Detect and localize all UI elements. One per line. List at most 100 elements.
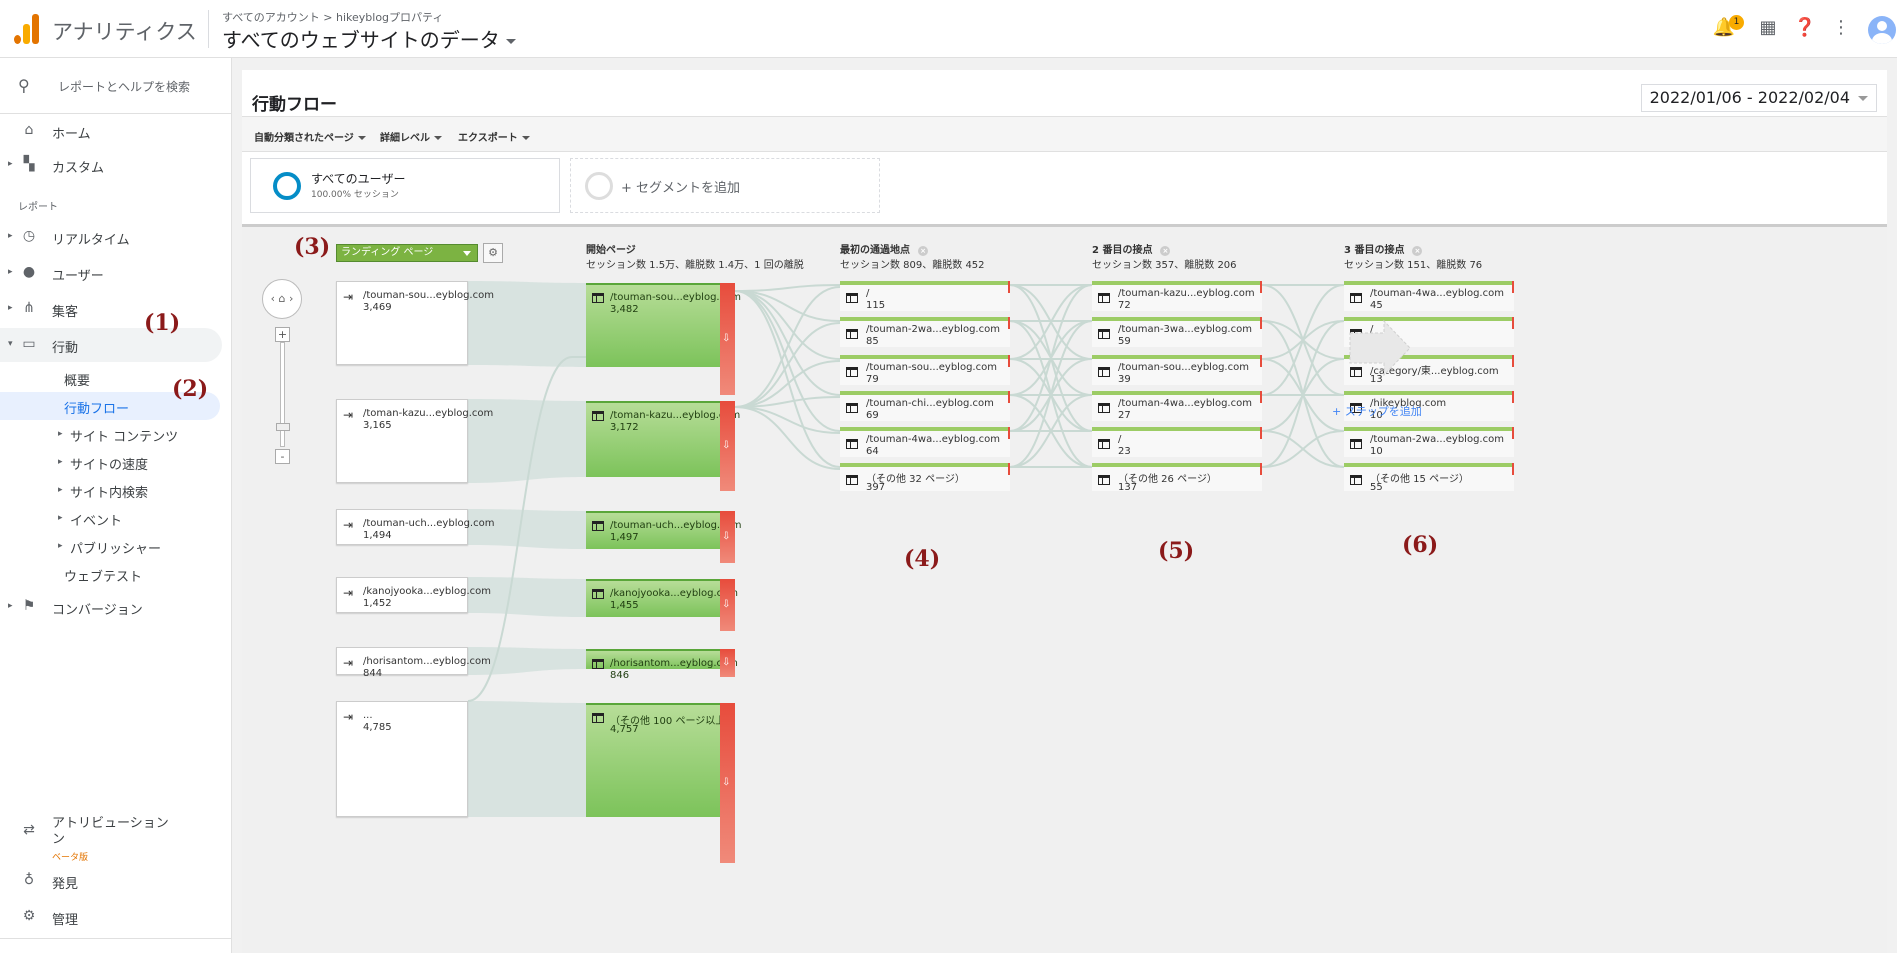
step3-node[interactable]: /touman-2wa...eyblog.com 10 — [1344, 427, 1514, 457]
start-page-node[interactable]: /touman-uch...eyblog.com 1,497 — [586, 511, 741, 549]
step3-node[interactable]: /touman-4wa...eyblog.com 45 — [1344, 281, 1514, 311]
property-selector[interactable]: すべてのウェブサイトのデータ — [222, 24, 516, 53]
landing-page-dropdown[interactable]: ランディング ページ — [336, 244, 478, 262]
step2-node[interactable]: /23 — [1092, 427, 1262, 457]
zoom-out-button[interactable]: - — [275, 449, 290, 464]
add-segment-label: + セグメントを追加 — [621, 181, 741, 196]
step2-node[interactable]: /touman-sou...eyblog.com 39 — [1092, 355, 1262, 385]
dropoff-bar[interactable]: ⇩ — [720, 703, 735, 863]
column-stats: セッション数 357、離脱数 206 — [1092, 260, 1237, 271]
flag-icon: ⚑ — [22, 598, 36, 614]
sidebar-item-custom[interactable]: ▸ ▚ カスタム — [0, 148, 222, 182]
sidebar-item-realtime[interactable]: ▸ ◷ リアルタイム — [0, 220, 222, 254]
node-count: 3,172 — [610, 422, 639, 433]
start-page-node[interactable]: （その他 100 ページ以上） 4,757 — [586, 703, 735, 817]
step2-node[interactable]: （その他 26 ページ） 137 — [1092, 463, 1262, 493]
zoom-in-button[interactable]: + — [275, 327, 290, 342]
landing-node[interactable]: ⇥ /touman-sou...eyblog.com 3,469 — [336, 281, 494, 365]
breadcrumb[interactable]: すべてのアカウント > hikeyblogプロパティ — [222, 9, 443, 25]
sidebar-item-publisher[interactable]: ▸ パブリッシャー — [0, 532, 222, 560]
annotation-3: (3) — [294, 234, 331, 260]
landing-node[interactable]: ⇥ /touman-uch...eyblog.com 1,494 — [336, 509, 494, 545]
sidebar-item-label: パブリッシャー — [70, 542, 162, 557]
sidebar-item-label: アトリビューション — [52, 816, 169, 831]
node-page-name: /touman-4wa...eyblog.com — [1118, 398, 1252, 409]
date-range-picker[interactable]: 2022/01/06 - 2022/02/04 — [1640, 84, 1877, 112]
chevron-down-icon — [357, 136, 366, 140]
sidebar-item-admin[interactable]: ⚙ 管理 — [0, 900, 222, 934]
gear-icon[interactable]: ⚙ — [483, 243, 503, 263]
sidebar-item-site-speed[interactable]: ▸ サイトの速度 — [0, 448, 222, 476]
export-dropdown[interactable]: エクスポート — [458, 129, 530, 144]
step1-node[interactable]: （その他 32 ページ） 397 — [840, 463, 1010, 493]
page-icon — [1350, 475, 1362, 485]
sidebar-item-discover[interactable]: ♁ 発見 — [0, 864, 222, 898]
start-page-node[interactable]: /toman-kazu...eyblog.com 3,172 — [586, 401, 740, 477]
step2-node[interactable]: /touman-3wa...eyblog.com 59 — [1092, 317, 1262, 347]
start-page-node[interactable]: /horisantom...eyblog.com 846 — [586, 649, 738, 681]
node-count: 3,165 — [363, 420, 392, 431]
close-icon[interactable]: × — [918, 246, 928, 256]
landing-node[interactable]: ⇥... 4,785 — [336, 701, 468, 817]
landing-node[interactable]: ⇥ /horisantom...eyblog.com 844 — [336, 647, 491, 679]
auto-pages-dropdown[interactable]: 自動分類されたページ — [254, 129, 366, 144]
detail-level-dropdown[interactable]: 詳細レベル — [380, 129, 442, 144]
flow-link — [734, 290, 841, 468]
sidebar-search[interactable]: ⚲ レポートとヘルプを検索 — [0, 58, 232, 114]
node-count: 115 — [866, 300, 886, 311]
landing-arrow-icon: ⇥ — [343, 656, 354, 670]
chevron-down-icon: ▾ — [8, 339, 13, 349]
home-pan-control[interactable]: ‹ ⌂ › — [262, 279, 302, 319]
step3-node[interactable]: （その他 15 ページ） 55 — [1344, 463, 1514, 493]
landing-node[interactable]: ⇥ /toman-kazu...eyblog.com 3,165 — [336, 399, 493, 483]
step1-node[interactable]: /touman-4wa...eyblog.com 64 — [840, 427, 1010, 457]
dropoff-bar[interactable]: ⇩ — [720, 511, 735, 563]
segment-all-users[interactable]: すべてのユーザー 100.00% セッション — [250, 158, 560, 213]
help-icon[interactable]: ❓ — [1793, 16, 1817, 40]
dropoff-bar[interactable]: ⇩ — [720, 401, 735, 491]
page-icon — [592, 589, 604, 599]
node-count: 1,494 — [363, 530, 392, 541]
analytics-logo-icon[interactable] — [14, 14, 40, 44]
step1-node[interactable]: /touman-sou...eyblog.com 79 — [840, 355, 1010, 385]
step3-column-header: 3 番目の接点 × セッション数 151、離脱数 76 — [1344, 241, 1482, 271]
start-page-node[interactable]: /kanojyooka...eyblog.com 1,455 — [586, 579, 738, 617]
sidebar-item-attribution[interactable]: ⇄ アトリビューションン — [0, 810, 222, 848]
add-step-link[interactable]: + ステップを追加 — [1332, 403, 1422, 419]
zoom-slider-handle[interactable] — [276, 423, 290, 431]
step1-node[interactable]: /115 — [840, 281, 1010, 311]
sidebar-item-web-test[interactable]: ウェブテスト — [0, 560, 222, 588]
close-icon[interactable]: × — [1412, 246, 1423, 256]
dropoff-bar[interactable]: ⇩ — [720, 283, 735, 395]
node-page-name: /touman-3wa...eyblog.com — [1118, 324, 1252, 335]
start-page-node[interactable]: /touman-sou...eyblog.com 3,482 — [586, 283, 741, 367]
landing-node[interactable]: ⇥ /kanojyooka...eyblog.com 1,452 — [336, 577, 491, 613]
sidebar-item-site-search[interactable]: ▸ サイト内検索 — [0, 476, 222, 504]
dropoff-bar[interactable]: ⇩ — [720, 579, 735, 631]
column-title: 最初の通過地点 — [840, 245, 910, 256]
annotation-2: (2) — [172, 376, 209, 402]
zoom-slider-track[interactable] — [280, 342, 285, 447]
step2-node[interactable]: /touman-4wa...eyblog.com 27 — [1092, 391, 1262, 421]
behavior-flow-canvas[interactable]: ランディング ページ ⚙ 開始ページ セッション数 1.5万、離脱数 1.4万、1… — [242, 224, 1887, 953]
add-step-arrow-icon[interactable] — [1348, 319, 1412, 377]
sidebar-item-label: ホーム — [52, 127, 91, 142]
sidebar-item-events[interactable]: ▸ イベント — [0, 504, 222, 532]
sidebar-item-behavior[interactable]: ▾ ▭ 行動 — [0, 328, 222, 362]
step1-node[interactable]: /touman-chi...eyblog.com 69 — [840, 391, 1010, 421]
sidebar-item-users[interactable]: ▸ ● ユーザー — [0, 256, 222, 290]
dropoff-bar[interactable]: ⇩ — [720, 649, 735, 677]
add-segment-button[interactable]: + セグメントを追加 — [570, 158, 880, 213]
sidebar-item-home[interactable]: ⌂ ホーム — [0, 114, 222, 148]
avatar[interactable] — [1868, 16, 1896, 44]
sidebar-item-acquisition[interactable]: ▸ ⋔ 集客 — [0, 292, 222, 326]
sidebar-item-conversions[interactable]: ▸ ⚑ コンバージョン — [0, 590, 222, 624]
apps-grid-icon[interactable]: ▦ — [1756, 16, 1780, 40]
step2-column-header: 2 番目の接点 × セッション数 357、離脱数 206 — [1092, 241, 1237, 271]
node-page-name: /touman-4wa...eyblog.com — [866, 434, 1000, 445]
more-vert-icon[interactable]: ⋮ — [1829, 16, 1853, 40]
sidebar-item-site-content[interactable]: ▸ サイト コンテンツ — [0, 420, 222, 448]
close-icon[interactable]: × — [1160, 246, 1171, 256]
step2-node[interactable]: /touman-kazu...eyblog.com 72 — [1092, 281, 1262, 311]
step1-node[interactable]: /touman-2wa...eyblog.com 85 — [840, 317, 1010, 347]
